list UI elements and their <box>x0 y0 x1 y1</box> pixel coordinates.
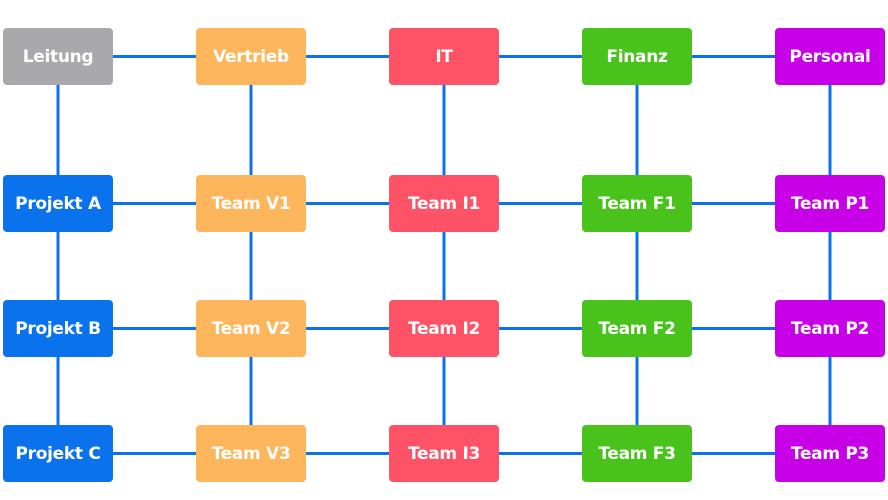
node-label: Team I3 <box>407 443 481 464</box>
department-node-leitung: Leitung <box>3 28 113 85</box>
node-label: Projekt A <box>15 193 101 214</box>
org-diagram: Leitung Projekt A Projekt B Projekt C Vertri… <box>0 0 888 500</box>
node-label: Team V3 <box>211 443 291 464</box>
department-node-finanz: Finanz <box>582 28 692 85</box>
team-node-it: Team I1 <box>389 175 499 232</box>
node-label: Vertrieb <box>213 46 289 67</box>
department-node-vertrieb: Vertrieb <box>196 28 306 85</box>
team-node-personal: Team P1 <box>775 175 885 232</box>
team-node-leitung: Projekt B <box>3 300 113 357</box>
node-label: Finanz <box>606 46 668 67</box>
team-node-vertrieb: Team V3 <box>196 425 306 482</box>
node-label: Team I1 <box>407 193 481 214</box>
team-node-finanz: Team F1 <box>582 175 692 232</box>
department-node-personal: Personal <box>775 28 885 85</box>
team-node-leitung: Projekt C <box>3 425 113 482</box>
team-node-finanz: Team F3 <box>582 425 692 482</box>
node-label: Team I2 <box>407 318 481 339</box>
node-label: Team P1 <box>790 193 870 214</box>
team-node-vertrieb: Team V1 <box>196 175 306 232</box>
node-label: Projekt C <box>15 443 101 464</box>
team-node-personal: Team P3 <box>775 425 885 482</box>
department-node-it: IT <box>389 28 499 85</box>
team-node-it: Team I3 <box>389 425 499 482</box>
node-label: Team V1 <box>211 193 291 214</box>
team-node-leitung: Projekt A <box>3 175 113 232</box>
team-node-personal: Team P2 <box>775 300 885 357</box>
node-label: Personal <box>789 46 871 67</box>
node-label: Team P3 <box>790 443 870 464</box>
node-label: Projekt B <box>15 318 101 339</box>
node-label: IT <box>435 46 453 67</box>
node-label: Team F2 <box>598 318 676 339</box>
node-label: Team F3 <box>598 443 676 464</box>
node-label: Leitung <box>22 46 94 67</box>
node-label: Team P2 <box>790 318 870 339</box>
team-node-it: Team I2 <box>389 300 499 357</box>
team-node-finanz: Team F2 <box>582 300 692 357</box>
node-label: Team V2 <box>211 318 291 339</box>
node-label: Team F1 <box>598 193 676 214</box>
team-node-vertrieb: Team V2 <box>196 300 306 357</box>
